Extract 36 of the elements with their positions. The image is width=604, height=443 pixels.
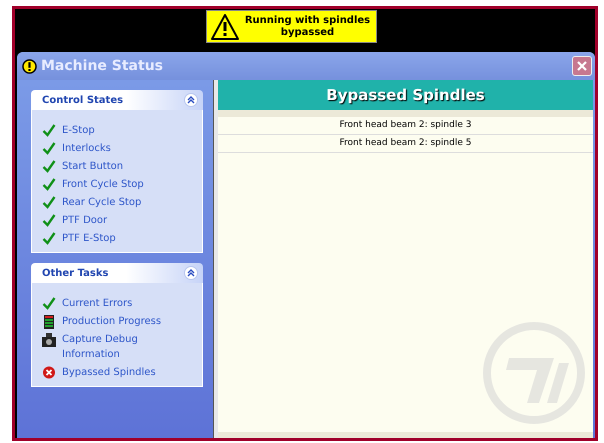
task-link[interactable]: Bypassed Spindles	[62, 365, 182, 380]
list-row[interactable]: Front head beam 2: spindle 5	[218, 135, 593, 153]
section-title: Other Tasks	[42, 268, 108, 278]
checkmark-icon	[42, 142, 56, 155]
checkmark-icon	[42, 160, 56, 173]
task-link[interactable]: Interlocks	[62, 141, 182, 156]
double-chevron-up-icon	[187, 96, 195, 104]
exclamation-icon	[22, 58, 37, 74]
window-title: Machine Status	[41, 58, 164, 74]
section-title: Control States	[42, 94, 124, 106]
task-link[interactable]: Production Progress	[62, 314, 182, 329]
warning-text: Running with spindles bypassed	[244, 14, 372, 38]
task-link[interactable]: Start Button	[62, 159, 182, 174]
panel-header: Bypassed Spindles	[218, 80, 593, 110]
collapse-button[interactable]	[184, 93, 198, 107]
list-row[interactable]: Front head beam 2: spindle 3	[218, 117, 593, 135]
checkmark-icon	[42, 297, 56, 310]
task-link[interactable]: E-Stop	[62, 123, 182, 138]
task-link[interactable]: Rear Cycle Stop	[62, 195, 182, 210]
checkmark-icon	[42, 196, 56, 209]
checkmark-icon	[42, 124, 56, 137]
progress-bars-icon	[42, 315, 56, 329]
task-link[interactable]: PTF E-Stop	[62, 231, 182, 246]
checkmark-icon	[42, 232, 56, 245]
camera-icon	[42, 333, 56, 347]
close-button[interactable]	[572, 56, 592, 76]
error-icon	[42, 366, 56, 379]
double-chevron-up-icon	[187, 269, 195, 277]
checkmark-icon	[42, 214, 56, 227]
task-link[interactable]: Current Errors	[62, 296, 182, 311]
task-link[interactable]: PTF Door	[62, 213, 182, 228]
collapse-button[interactable]	[184, 266, 198, 280]
task-link[interactable]: Front Cycle Stop	[62, 177, 182, 192]
close-icon	[576, 60, 588, 72]
checkmark-icon	[42, 178, 56, 191]
task-link[interactable]: Capture Debug Information	[62, 332, 182, 362]
